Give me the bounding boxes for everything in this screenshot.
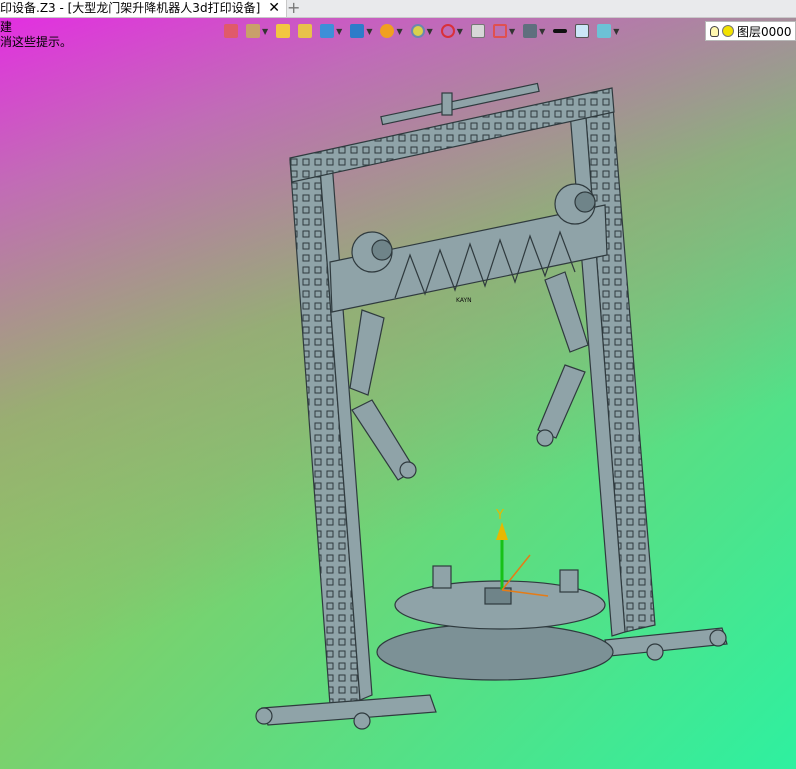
print-head-mount-1 xyxy=(432,565,452,589)
top-sensor xyxy=(441,92,453,116)
left-pulley-hub xyxy=(371,239,393,261)
gantry-robot-model[interactable]: KAYN Y xyxy=(0,0,796,769)
right-pulley-hub xyxy=(574,191,596,213)
right-caster-2[interactable] xyxy=(709,629,727,647)
y-axis-arrow-icon xyxy=(496,522,508,540)
right-caster-1[interactable] xyxy=(646,643,664,661)
right-arm-gripper[interactable] xyxy=(536,429,554,447)
left-arm-upper[interactable] xyxy=(349,309,385,396)
print-head-mount-2 xyxy=(559,569,579,593)
truss-engraving: KAYN xyxy=(456,297,472,304)
left-arm-gripper[interactable] xyxy=(399,461,417,479)
y-axis-label: Y xyxy=(495,508,504,523)
right-arm-upper[interactable] xyxy=(544,271,589,353)
right-arm-lower[interactable] xyxy=(537,364,586,439)
left-caster-1[interactable] xyxy=(255,707,273,725)
turntable-base[interactable] xyxy=(376,623,614,681)
left-caster-2[interactable] xyxy=(353,712,371,730)
